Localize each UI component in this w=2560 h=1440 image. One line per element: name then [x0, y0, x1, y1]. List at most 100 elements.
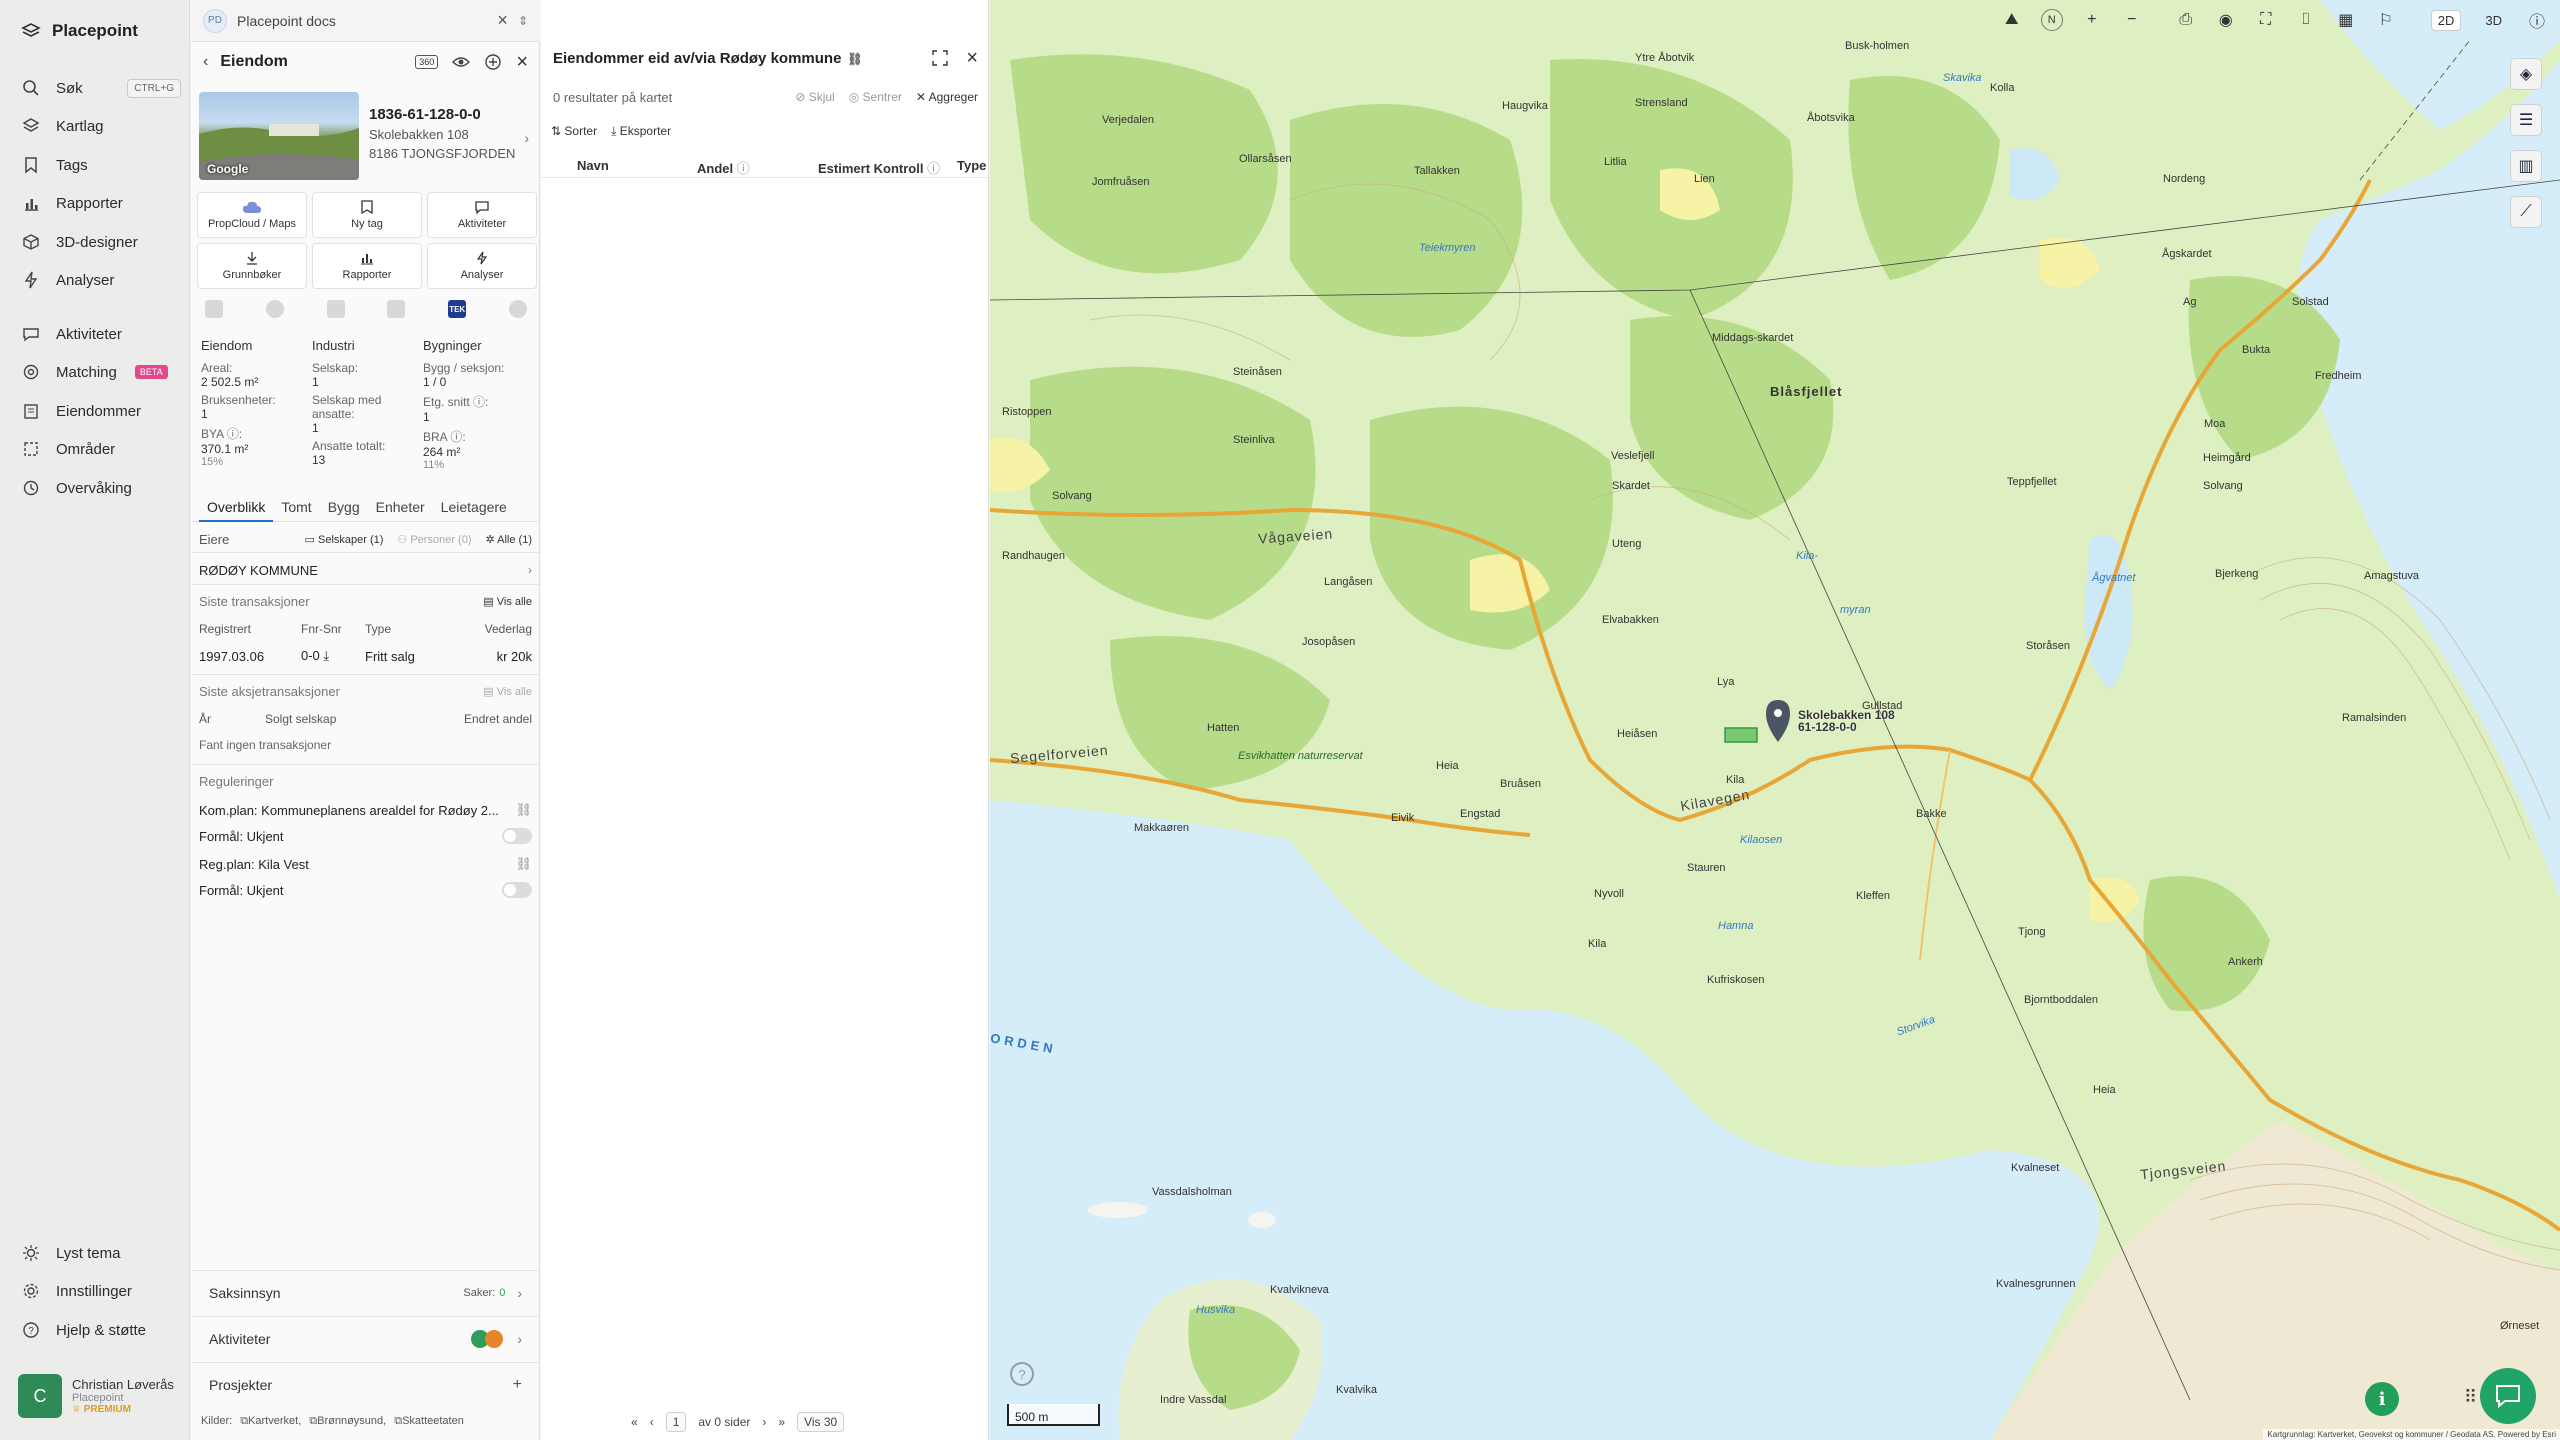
grunnboker-button[interactable]: Grunnbøker — [197, 243, 307, 289]
aggregate-button[interactable]: ✕ Aggreger — [916, 90, 978, 104]
close-icon[interactable]: × — [497, 10, 508, 31]
measure-icon[interactable]: ⟋ — [2510, 196, 2542, 228]
regulation-item[interactable]: Reg.plan: Kila Vest ⛓ — [199, 856, 532, 872]
house-icon[interactable] — [508, 300, 527, 318]
sidebar-item-omrader[interactable]: Områder — [20, 436, 181, 462]
back-icon[interactable]: ‹ — [203, 53, 208, 71]
column-header-type[interactable]: Type — [957, 158, 986, 173]
sidebar-item-theme[interactable]: Lyst tema — [20, 1240, 181, 1266]
property-info[interactable]: 1836-61-128-0-0 Skolebakken 108 8186 TJO… — [369, 106, 529, 161]
info-button[interactable]: i — [2365, 1382, 2399, 1416]
analyses-button[interactable]: Analyser — [427, 243, 537, 289]
close-icon[interactable]: × — [516, 51, 528, 74]
brand-logo[interactable]: Placepoint — [20, 20, 138, 42]
sidebar-item-analyser[interactable]: Analyser — [20, 267, 181, 293]
propcloud-button[interactable]: PropCloud / Maps — [197, 192, 307, 238]
owner-row[interactable]: RØDØY KOMMUNE › — [199, 560, 532, 580]
sidebar-item-help[interactable]: ? Hjelp & støtte — [20, 1317, 181, 1343]
regulation-item[interactable]: Kom.plan: Kommuneplanens arealdel for Rø… — [199, 802, 532, 818]
sidebar-item-kartlag[interactable]: Kartlag — [20, 113, 181, 139]
tab-leietagere[interactable]: Leietagere — [433, 496, 515, 522]
eye-icon[interactable] — [452, 55, 471, 69]
sidebar-item-settings[interactable]: Innstillinger — [20, 1278, 181, 1304]
sidebar-item-aktiviteter[interactable]: Aktiviteter — [20, 321, 181, 347]
link-icon[interactable]: ⛓ — [847, 52, 862, 66]
view-all-transactions[interactable]: ▤ Vis alle — [483, 595, 532, 608]
sort-button[interactable]: ⇅ Sorter — [551, 124, 597, 139]
sidebar-item-eiendommer[interactable]: Eiendommer — [20, 398, 181, 424]
matrikkel-icon[interactable] — [205, 300, 223, 318]
tab-bygg[interactable]: Bygg — [320, 496, 368, 522]
link-icon[interactable]: ⛓ — [515, 856, 532, 872]
tab-overblikk[interactable]: Overblikk — [199, 496, 274, 522]
sidebar-item-overvaking[interactable]: Overvåking — [20, 475, 181, 501]
regulation-toggle[interactable] — [502, 828, 532, 844]
sidebar-item-matching[interactable]: Matching BETA — [20, 359, 181, 385]
prosjekter-row[interactable]: Prosjekter + — [191, 1362, 540, 1406]
link-icon[interactable]: ⛓ — [515, 802, 532, 818]
filter-companies[interactable]: ▭ Selskaper (1) — [305, 533, 384, 546]
reports-button[interactable]: Rapporter — [312, 243, 422, 289]
fullscreen-icon[interactable]: ⛶ — [2255, 9, 2277, 31]
column-header-andel[interactable]: Andel ⓘ — [697, 158, 750, 177]
new-tag-button[interactable]: Ny tag — [312, 192, 422, 238]
chevron-updown-icon[interactable]: ⇕ — [518, 14, 528, 28]
hide-button[interactable]: ⊘ Skjul — [795, 90, 834, 104]
activities-button[interactable]: Aktiviteter — [427, 192, 537, 238]
source-link[interactable]: ⧉Kartverket, — [240, 1415, 301, 1428]
regulation-toggle[interactable] — [502, 882, 532, 898]
prev-page-icon[interactable]: ‹ — [650, 1415, 654, 1429]
chart-icon[interactable]: ▥ — [2510, 150, 2542, 182]
aktiviteter-row[interactable]: Aktiviteter › — [191, 1316, 540, 1360]
grid-icon[interactable]: ▦ — [2335, 9, 2357, 31]
view-all-share-tx[interactable]: ▤ Vis alle — [483, 685, 532, 698]
sidebar-item-rapporter[interactable]: Rapporter — [20, 190, 181, 216]
sidebar-item-search[interactable]: Søk CTRL+G — [20, 75, 181, 101]
zoom-out-icon[interactable]: − — [2121, 9, 2143, 31]
legend-icon[interactable]: ☰ — [2510, 104, 2542, 136]
source-link[interactable]: ⧉Brønnøysund, — [309, 1415, 386, 1428]
filter-persons[interactable]: ⚇ Personer (0) — [397, 533, 471, 546]
industry-icon[interactable] — [326, 300, 345, 318]
column-header-kontroll[interactable]: Estimert Kontroll ⓘ — [818, 158, 940, 177]
globe-icon[interactable] — [265, 300, 284, 318]
table-row[interactable]: 1997.03.06 0-0 ⤓ Fritt salg kr 20k — [199, 648, 532, 664]
compass-icon[interactable]: N — [2040, 9, 2063, 31]
filter-all[interactable]: ✲ Alle (1) — [485, 533, 532, 546]
sidebar-item-tags[interactable]: Tags — [20, 152, 181, 178]
map-layers-icon[interactable]: ◈ — [2510, 58, 2542, 90]
info-icon[interactable]: ⓘ — [2526, 9, 2548, 31]
street-view-photo[interactable]: Google — [199, 92, 359, 180]
user-profile[interactable]: C Christian Løverås Placepoint ♕ PREMIUM — [18, 1372, 182, 1420]
source-link[interactable]: ⧉Skatteetaten — [394, 1415, 464, 1428]
expand-icon[interactable] — [932, 50, 949, 66]
print-icon[interactable]: ⎙ — [2175, 9, 2197, 31]
docs-title[interactable]: Placepoint docs — [237, 13, 336, 29]
buildings-icon[interactable] — [387, 300, 406, 318]
view-360-button[interactable]: 360 — [415, 55, 439, 69]
close-icon[interactable]: × — [966, 48, 978, 68]
first-page-icon[interactable]: « — [631, 1415, 638, 1429]
sidebar-item-3d-designer[interactable]: 3D-designer — [20, 229, 181, 255]
drag-handle-icon[interactable]: ⠿ — [2464, 1387, 2477, 1408]
saksinnsyn-row[interactable]: Saksinnsyn Saker: 0 › — [191, 1270, 540, 1314]
map-canvas[interactable]: Ytre Åbotvik Busk-holmen Skavika Haugvik… — [990, 0, 2560, 1440]
tab-enheter[interactable]: Enheter — [368, 496, 433, 522]
bookmark-icon[interactable]: ⚐ — [2375, 9, 2397, 31]
layers-icon[interactable]: ⛰ — [2001, 9, 2023, 31]
add-icon[interactable] — [484, 53, 502, 71]
page-size-select[interactable]: Vis 30 — [797, 1412, 845, 1432]
next-page-icon[interactable]: › — [762, 1415, 766, 1429]
eye-icon[interactable]: ◉ — [2215, 9, 2237, 31]
tab-tomt[interactable]: Tomt — [273, 496, 319, 522]
center-button[interactable]: ◎ Sentrer — [849, 90, 902, 104]
map-help-icon[interactable]: ? — [1010, 1362, 1034, 1386]
camera-icon[interactable]: ⌷ — [2295, 9, 2317, 31]
column-header-navn[interactable]: Navn — [577, 158, 609, 173]
last-page-icon[interactable]: » — [778, 1415, 785, 1429]
page-select[interactable]: 1 — [665, 1412, 687, 1432]
chat-button[interactable] — [2480, 1368, 2536, 1424]
zoom-in-icon[interactable]: + — [2081, 9, 2103, 31]
add-project-button[interactable]: + — [513, 1376, 522, 1394]
export-button[interactable]: ⤓ Eksporter — [611, 124, 671, 139]
